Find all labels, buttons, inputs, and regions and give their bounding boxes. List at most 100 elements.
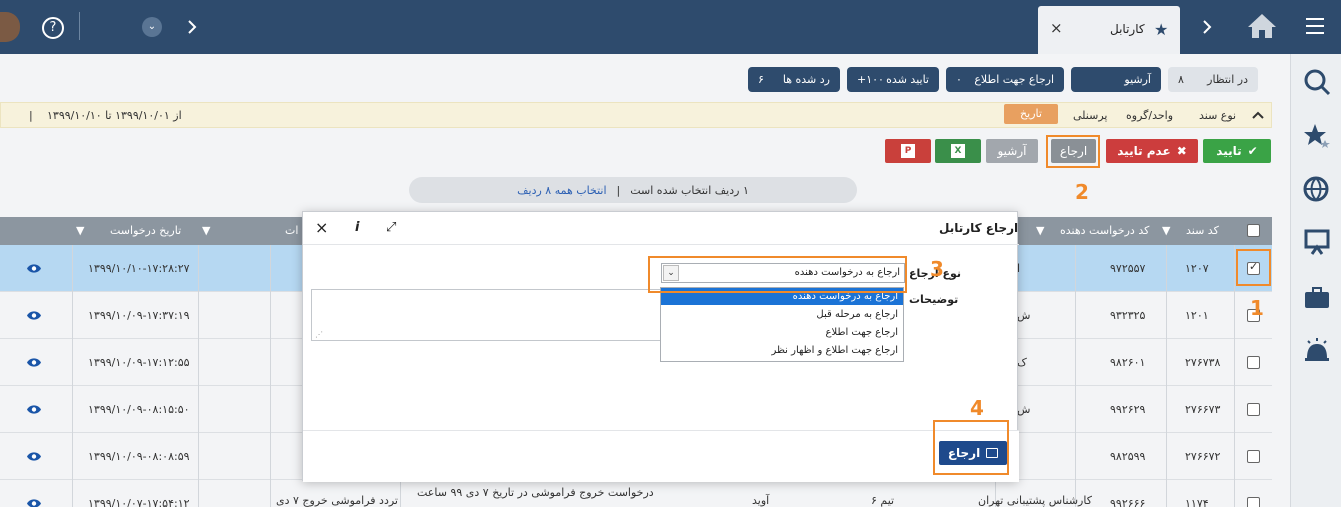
star-icon: ★ [1154,20,1169,39]
column-divider [1075,433,1076,480]
reject-button[interactable]: عدم تایید ✖ [1106,139,1198,163]
filter-icon[interactable]: ▼ [1036,224,1044,237]
description-textarea[interactable]: ⋰ [311,289,661,341]
column-divider [1166,339,1167,386]
option-refer-info-comment[interactable]: ارجاع جهت اطلاع و اظهار نظر [661,342,903,359]
dialog-footer: ارجاع [303,430,1019,482]
view-eye-icon[interactable] [26,404,42,415]
cell-request-code: ۹۹۲۶۲۹ [1110,403,1146,416]
cell-doc-code: ۲۷۶۶۷۳ [1185,403,1221,416]
column-divider [270,433,271,480]
column-divider [72,292,73,339]
tab-cartable[interactable]: ★ کارتابل × [1038,6,1180,54]
tab-title: کارتابل [1110,22,1145,36]
tab-label: تایید شده [886,73,929,86]
presentation-icon[interactable] [1303,228,1331,256]
cell-request-date: ۱۳۹۹/۱۰/۱۰-۱۷:۲۸:۲۷ [88,262,190,275]
tab-archive[interactable]: آرشیو [1071,67,1161,92]
alarm-icon[interactable] [1303,336,1331,364]
dialog-close-button[interactable]: × [315,218,328,237]
view-eye-icon[interactable] [26,357,42,368]
search-icon[interactable] [1303,68,1331,96]
help-icon[interactable]: ? [42,17,64,39]
column-divider [72,480,73,507]
globe-icon[interactable] [1303,176,1331,204]
filter-icon[interactable]: ▼ [202,224,210,237]
header-notes[interactable]: ات [285,224,298,237]
column-divider [1075,245,1076,292]
approve-label: تایید [1216,144,1242,158]
row-checkbox[interactable] [1247,497,1260,507]
column-divider [270,245,271,292]
column-divider [1234,433,1235,480]
excel-export-button[interactable]: X [935,139,981,163]
tab-label: ارجاع جهت اطلاع [974,73,1054,86]
pdf-export-button[interactable]: P [885,139,931,163]
column-divider [270,292,271,339]
view-eye-icon[interactable] [26,263,42,274]
chevron-down-icon[interactable]: ⌄ [142,17,162,37]
chevron-right-icon[interactable] [187,20,197,34]
cell-letter: ش [1017,403,1031,416]
view-eye-icon[interactable] [26,498,42,507]
tab-count: ۶ [758,73,764,86]
selection-bar: ۱ ردیف انتخاب شده است | انتخاب همه ۸ ردی… [409,177,857,203]
filter-icon[interactable]: ▼ [1162,224,1170,237]
reject-label: عدم تایید [1117,144,1171,158]
tab-refer-info[interactable]: ارجاع جهت اطلاع ۰ [946,67,1064,92]
filter-unit-group[interactable]: واحد/گروه [1126,109,1173,122]
right-sidebar [1290,54,1341,507]
home-icon[interactable] [1246,12,1278,40]
info-icon[interactable]: i [355,220,359,235]
column-divider [72,386,73,433]
chevron-right-icon[interactable] [1202,20,1212,34]
check-icon: ✔ [1247,144,1258,158]
select-all-checkbox[interactable] [1247,224,1260,237]
filter-date[interactable]: تاریخ [1004,104,1058,124]
tab-pending[interactable]: در انتظار ۸ [1168,67,1258,92]
option-refer-info[interactable]: ارجاع جهت اطلاع [661,324,903,341]
column-divider [1234,339,1235,386]
tab-close-button[interactable]: × [1050,19,1063,37]
tab-rejected[interactable]: رد شده ها ۶ [748,67,840,92]
filter-separator: | [29,109,33,122]
filter-personnel[interactable]: پرسنلی [1073,109,1107,122]
tab-count: ۸ [1178,73,1184,86]
cell-request-date: ۱۳۹۹/۱۰/۰۹-۰۸:۰۸:۵۹ [88,450,190,463]
cell-team: تیم ۶ [871,494,895,507]
archive-button[interactable]: آرشیو [986,139,1038,163]
view-eye-icon[interactable] [26,310,42,321]
approve-button[interactable]: تایید ✔ [1203,139,1271,163]
row-checkbox[interactable] [1247,403,1260,416]
menu-icon[interactable] [1306,18,1324,34]
column-divider [72,433,73,480]
filter-doc-type[interactable]: نوع سند [1199,109,1236,122]
resize-handle-icon[interactable]: ⋰ [315,330,323,339]
table-row[interactable]: ۱۱۷۴ ۹۹۲۶۶۶ کارشناس پشتیبانی تهران تیم ۶ آوی… [0,480,1272,507]
header-request-code[interactable]: کد درخواست دهنده [1060,224,1149,237]
expand-icon[interactable]: ⤢ [386,220,396,235]
header-request-date[interactable]: تاریخ درخواست [110,224,181,237]
chevron-up-icon[interactable] [1252,111,1264,119]
tab-approved[interactable]: تایید شده ۱۰۰+ [847,67,939,92]
row-checkbox[interactable] [1247,356,1260,369]
column-divider [72,245,73,292]
option-refer-previous-step[interactable]: ارجاع به مرحله قبل [661,306,903,323]
cell-doc-code: ۲۷۶۶۷۲ [1185,450,1221,463]
row-checkbox[interactable] [1247,450,1260,463]
briefcase-icon[interactable] [1303,284,1331,312]
cell-doc-code: ۲۷۶۷۳۸ [1185,356,1221,369]
favorites-star-icon[interactable] [1303,122,1331,150]
column-divider [198,339,199,386]
avatar[interactable] [0,12,20,42]
cell-request-code: ۹۹۲۶۶۶ [1110,497,1146,507]
column-divider [72,339,73,386]
select-all-link[interactable]: انتخاب همه ۸ ردیف [517,184,606,197]
filter-icon[interactable]: ▼ [76,224,84,237]
cell-role: کارشناس پشتیبانی تهران [978,494,1092,507]
top-navigation-bar: ★ کارتابل × ⌄ ? [0,0,1341,54]
header-doc-code[interactable]: کد سند [1186,224,1219,237]
close-icon: ✖ [1176,144,1187,158]
view-eye-icon[interactable] [26,451,42,462]
cell-doc-code: ۱۲۰۱ [1185,309,1209,322]
